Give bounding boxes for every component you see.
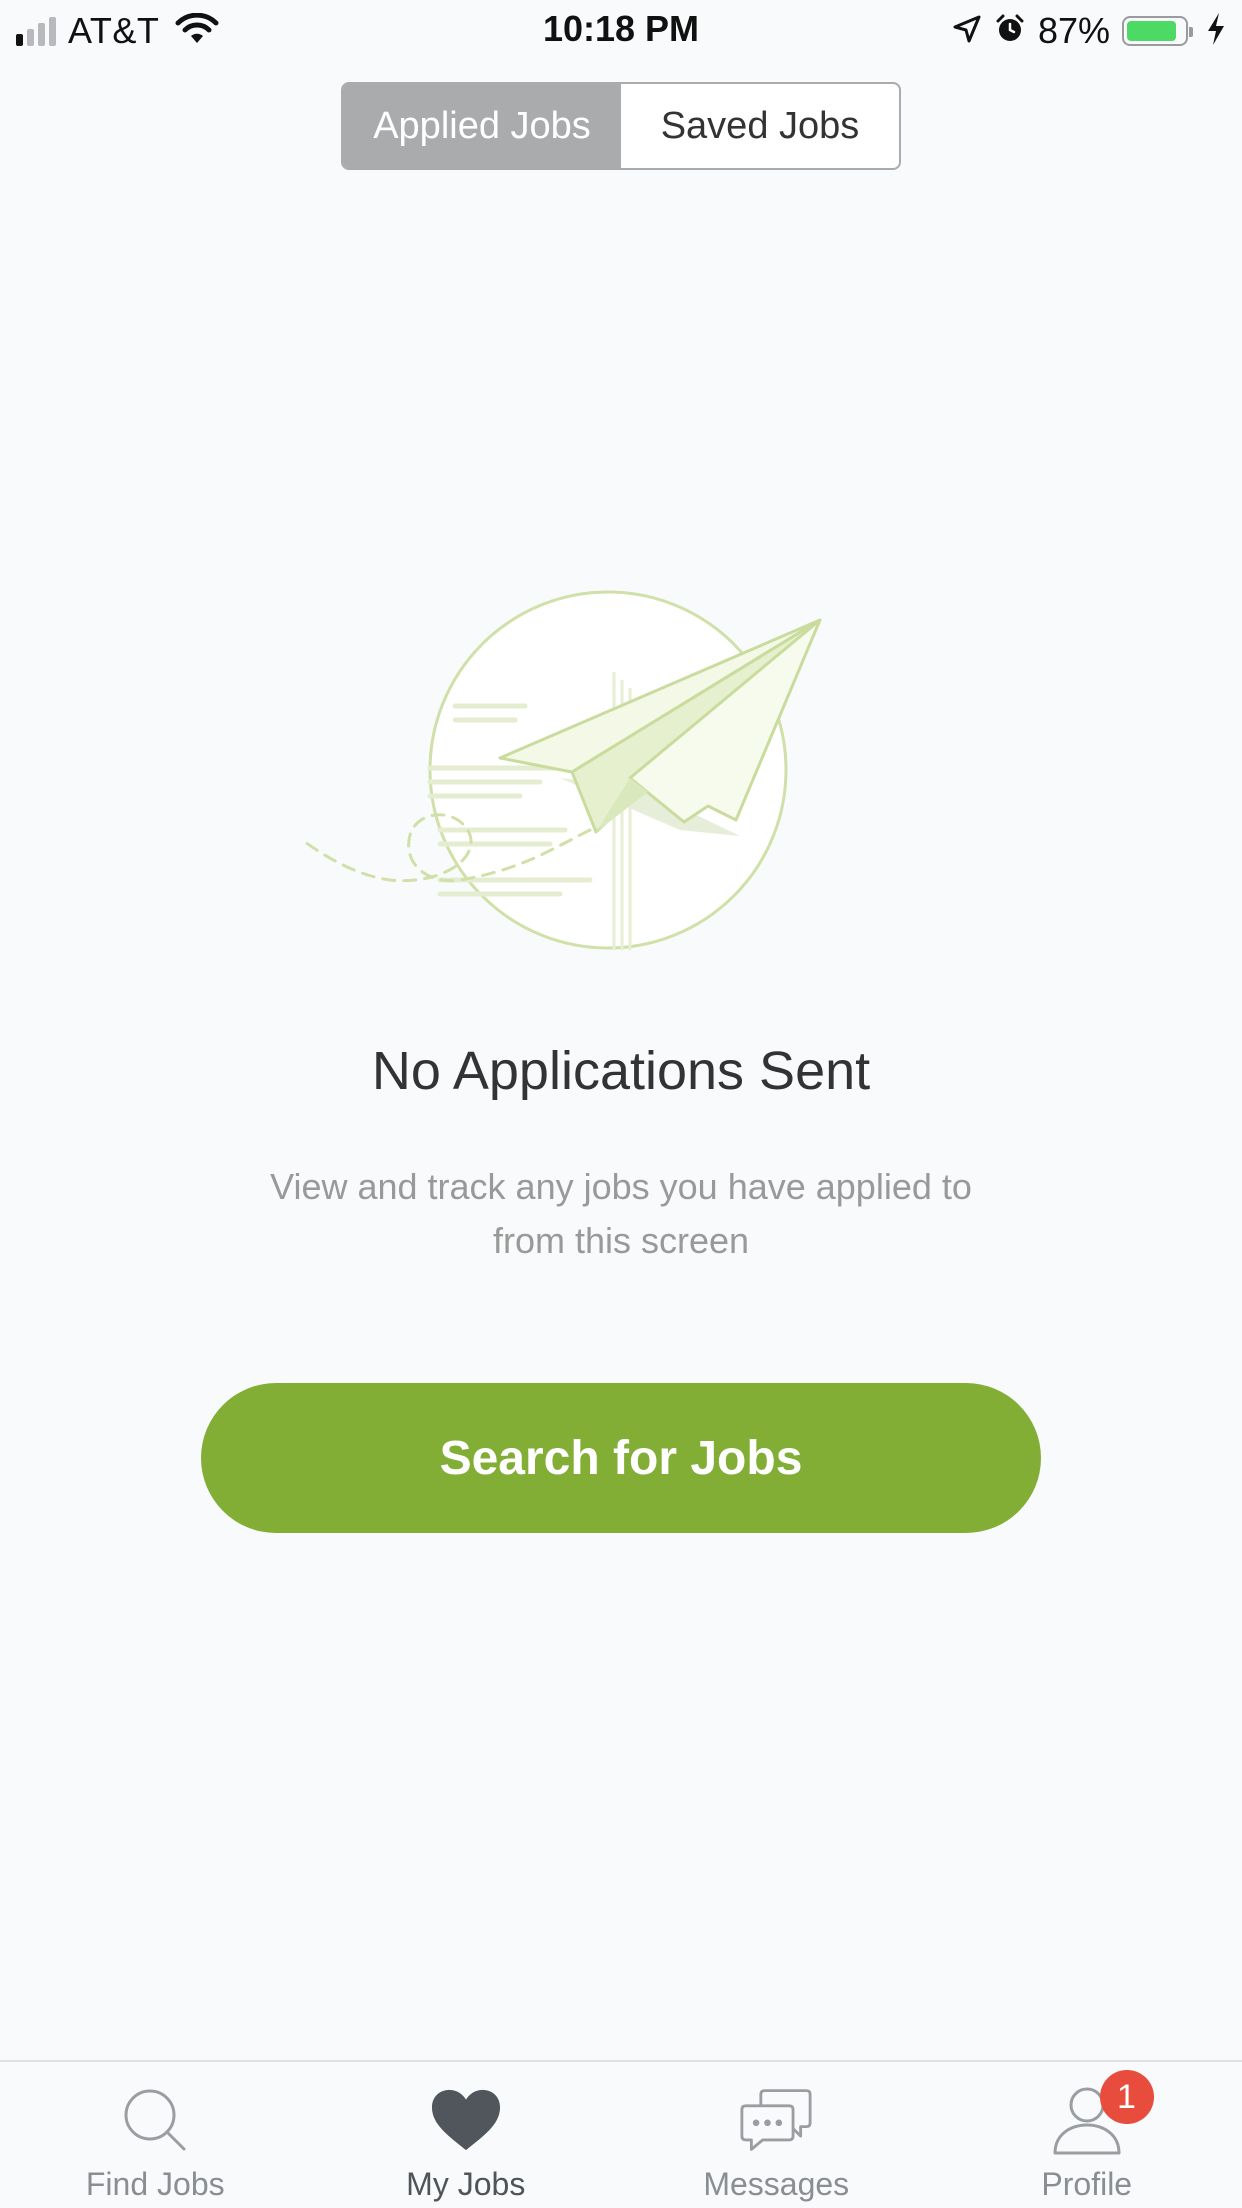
tab-label: My Jobs — [406, 2166, 526, 2202]
tab-label: Find Jobs — [85, 2166, 225, 2202]
charging-bolt-icon — [1206, 12, 1226, 51]
tab-my-jobs[interactable]: My Jobs — [311, 2062, 622, 2208]
battery-level — [1127, 21, 1176, 41]
notification-badge: 1 — [1099, 2070, 1154, 2124]
jobs-segmented-control: Applied Jobs Saved Jobs — [341, 82, 901, 170]
tab-label: Messages — [703, 2166, 850, 2202]
battery-icon — [1122, 16, 1193, 46]
segment-saved-jobs[interactable]: Saved Jobs — [621, 84, 899, 168]
battery-percent: 87% — [1037, 10, 1110, 51]
chat-bubbles-icon — [740, 2084, 812, 2156]
tab-messages[interactable]: Messages — [621, 2062, 932, 2208]
location-arrow-icon — [952, 14, 982, 49]
empty-state-subtitle: View and track any jobs you have applied… — [270, 1166, 972, 1261]
alarm-icon — [994, 13, 1026, 50]
paper-plane-illustration — [290, 580, 850, 970]
tab-label: Profile — [1041, 2166, 1133, 2202]
tab-bar: Find Jobs My Jobs Messages Profile 1 — [0, 2060, 1242, 2208]
search-icon — [119, 2084, 191, 2156]
tab-profile[interactable]: Profile 1 — [932, 2062, 1242, 2208]
heart-icon — [430, 2084, 502, 2156]
status-bar-right: 87% — [952, 10, 1226, 52]
tab-find-jobs[interactable]: Find Jobs — [0, 2062, 311, 2208]
empty-state-title: No Applications Sent — [371, 1041, 871, 1101]
search-for-jobs-button[interactable]: Search for Jobs — [201, 1383, 1041, 1533]
status-bar: AT&T 10:18 PM 87% — [0, 0, 1242, 62]
segment-applied-jobs[interactable]: Applied Jobs — [343, 84, 621, 168]
